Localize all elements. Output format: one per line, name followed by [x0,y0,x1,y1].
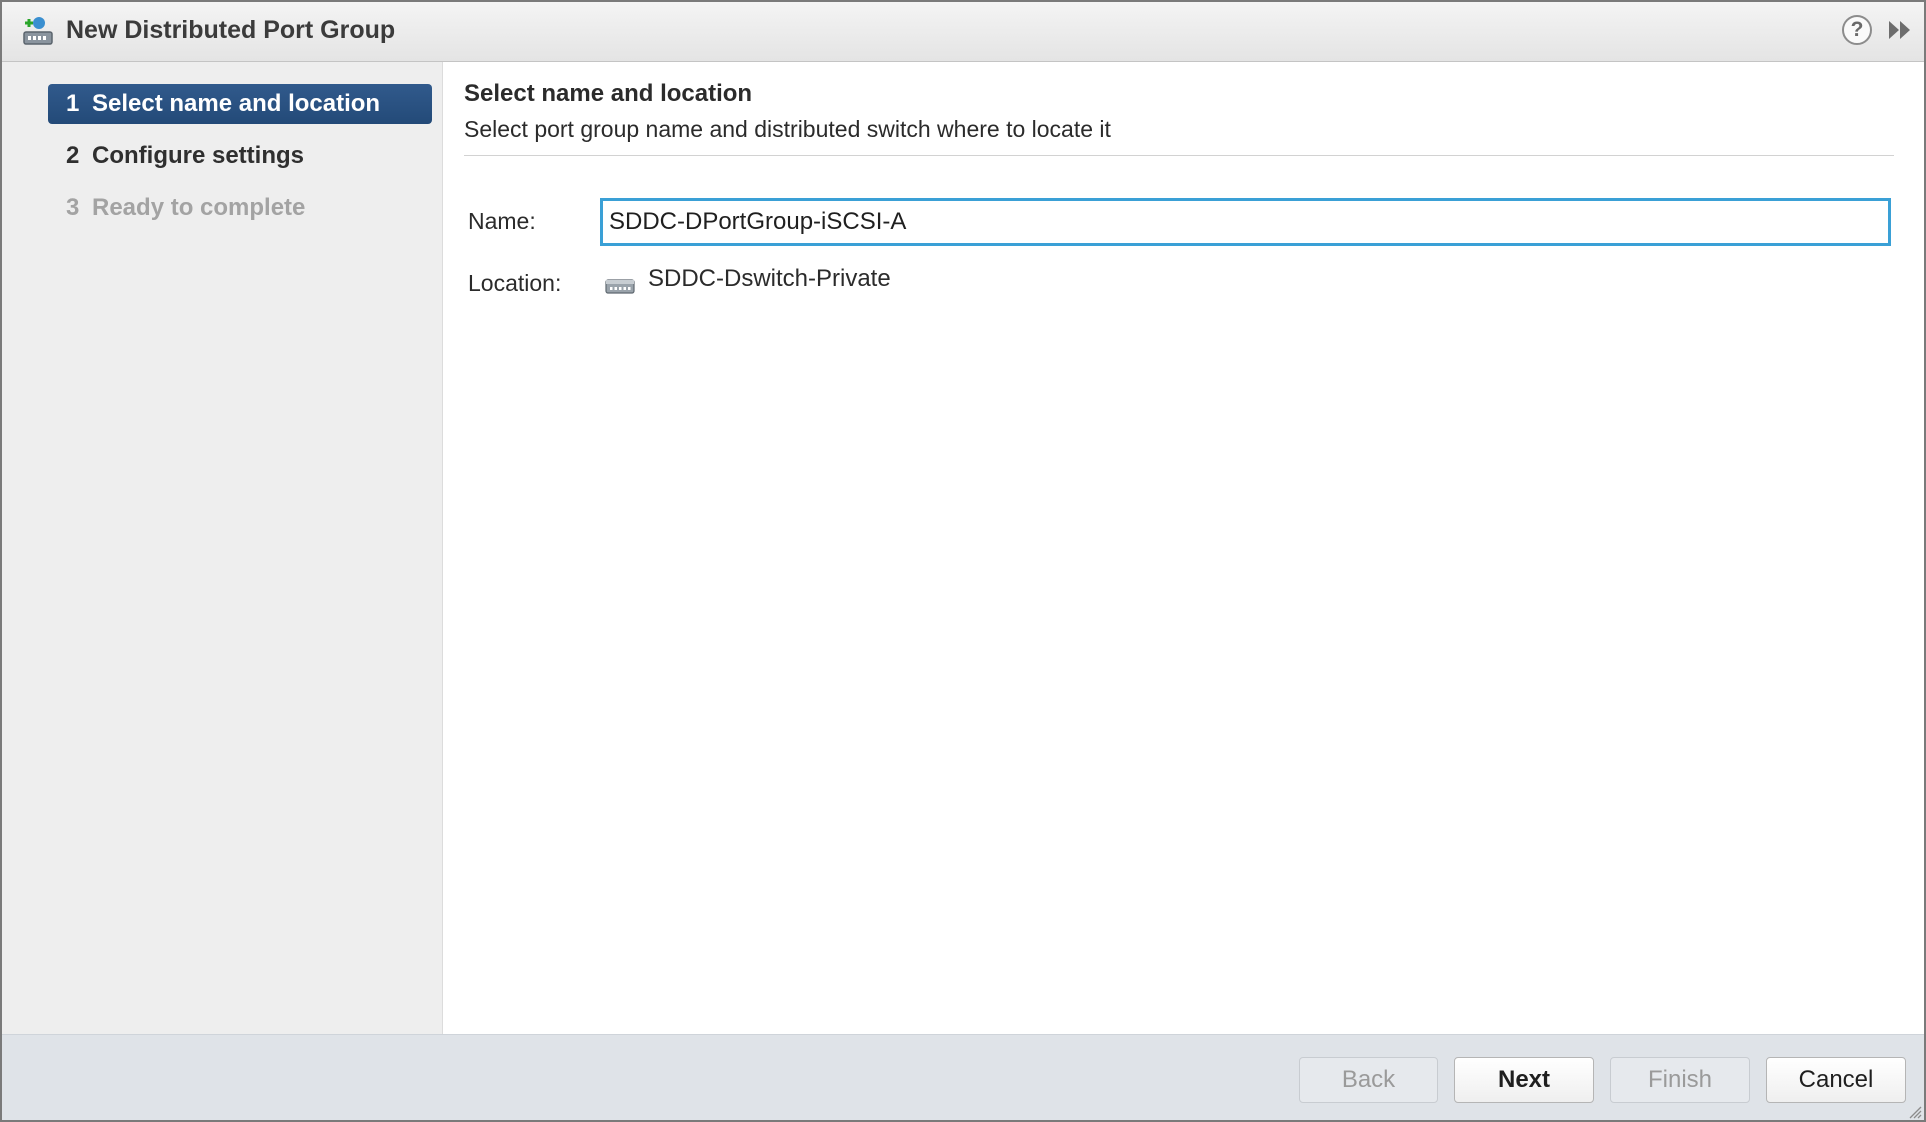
page-subtitle: Select port group name and distributed s… [464,116,1111,142]
step-label: Select name and location [92,90,381,117]
step-ready-to-complete: 3 Ready to complete [48,188,432,228]
next-button[interactable]: Next [1454,1057,1594,1103]
location-value: SDDC-Dswitch-Private [648,265,891,292]
wizard-steps-nav: 1 Select name and location 2 Configure set… [2,62,443,1034]
resize-grip-icon[interactable] [1906,1103,1922,1119]
page-title: Select name and location [464,80,753,107]
dialog-title: New Distributed Port Group [66,16,396,44]
divider [464,155,1894,156]
step-number: 1 [66,90,80,117]
step-label: Configure settings [92,142,305,169]
title-bar: New Distributed Port Group ? [2,2,1924,62]
wizard-footer: Back Next Finish Cancel [2,1034,1924,1120]
step-number: 2 [66,142,80,169]
step-content: Select name and location Select port gro… [443,62,1924,1034]
help-icon[interactable]: ? [1842,15,1872,45]
name-label: Name: [468,208,536,234]
distributed-switch-icon [605,279,635,294]
cancel-button[interactable]: Cancel [1766,1057,1906,1103]
finish-button[interactable]: Finish [1610,1057,1750,1103]
back-button[interactable]: Back [1299,1057,1438,1103]
step-number: 3 [66,194,80,221]
location-label: Location: [468,270,562,296]
name-field[interactable] [600,198,1891,246]
expand-panel-icon[interactable] [1886,18,1914,42]
add-portgroup-icon [23,17,53,45]
step-select-name-and-location[interactable]: 1 Select name and location [48,84,432,124]
step-configure-settings[interactable]: 2 Configure settings [48,136,432,176]
step-label: Ready to complete [92,194,306,221]
wizard-dialog: New Distributed Port Group ? 1 Select nam… [0,0,1926,1122]
